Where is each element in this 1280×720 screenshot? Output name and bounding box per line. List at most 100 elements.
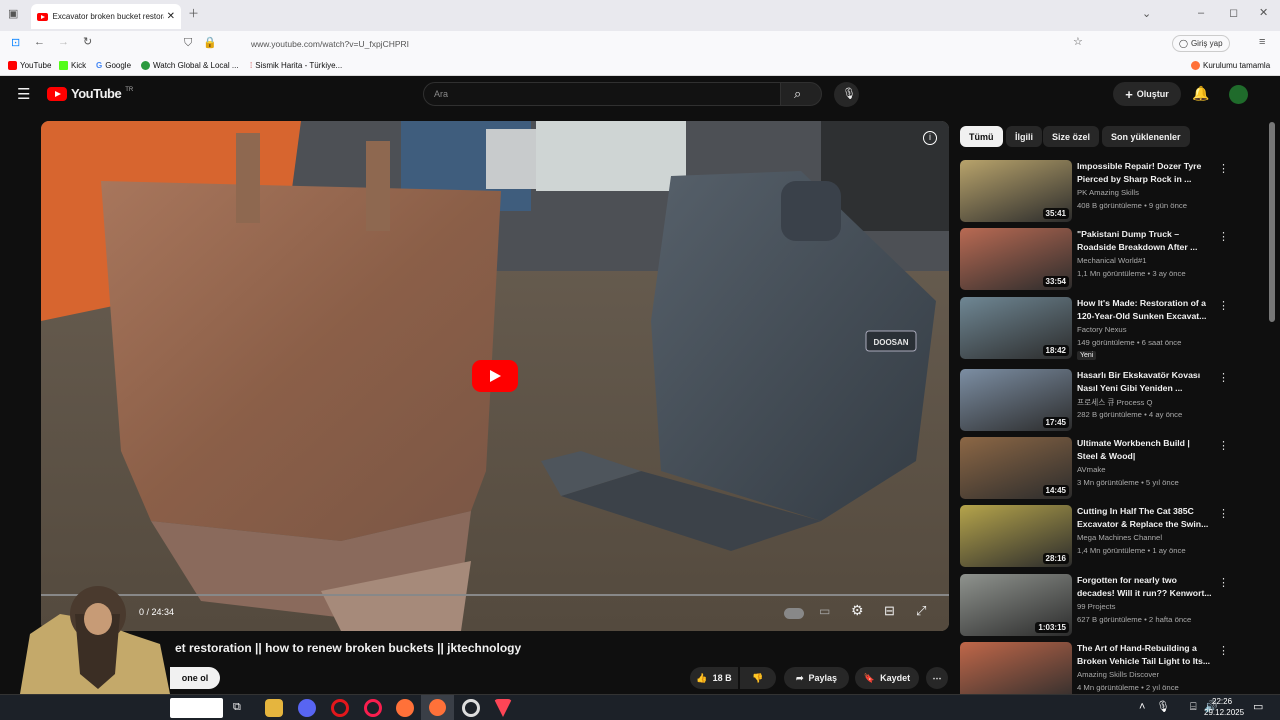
bookmark-google[interactable]: G Google [96,61,131,70]
more-actions-button[interactable]: ⋯ [926,667,948,689]
youtube-logo[interactable]: YouTube TR [47,86,133,101]
page-scrollbar[interactable] [1269,122,1275,322]
discord-icon[interactable] [298,699,316,717]
firefox-icon[interactable] [396,699,414,717]
opera-icon[interactable] [331,699,349,717]
more-vert-icon[interactable]: ⋮ [1218,439,1229,452]
reload-icon[interactable]: ↻ [83,37,92,48]
recommendation-item[interactable]: 18:42 How It's Made: Restoration of a 12… [960,297,1230,360]
menu-icon[interactable]: ≡ [1259,37,1265,48]
file-explorer-icon[interactable] [265,699,283,717]
subtitles-icon[interactable]: ▭ [819,604,830,618]
notification-center-icon[interactable]: ▭ [1253,702,1263,713]
search-box[interactable] [170,698,223,718]
recommendation-item[interactable]: 1:03:15 Forgotten for nearly two decades… [960,574,1230,636]
recommendation-item[interactable]: 33:54 "Pakistani Dump Truck – Roadside B… [960,228,1230,290]
new-tab-icon[interactable]: ＋ [188,9,199,20]
more-vert-icon[interactable]: ⋮ [1218,576,1229,589]
chip-all[interactable]: Tümü [960,126,1003,147]
recommendation-title[interactable]: How It's Made: Restoration of a 120-Year… [1077,297,1212,323]
settings-icon[interactable]: ⚙ [851,602,864,619]
voice-search-button[interactable]: 🎙 [834,82,859,107]
bookmark-youtube[interactable]: YouTube [8,61,51,70]
video-player[interactable]: DOOSAN i 0 / 24:34 ▭ ⚙ ⊟ ⤢ [41,121,949,631]
minimize-icon[interactable]: – [1198,8,1204,19]
recommendation-title[interactable]: "Pakistani Dump Truck – Roadside Breakdo… [1077,228,1212,254]
recommendation-item[interactable]: 35:41 Impossible Repair! Dozer Tyre Pier… [960,160,1230,222]
channel-name[interactable]: 프로세스 큐 Process Q [1077,397,1153,408]
bookmark-setup[interactable]: Kurulumu tamamla [1191,61,1270,70]
recommendation-title[interactable]: Forgotten for nearly two decades! Will i… [1077,574,1212,600]
save-button[interactable]: 🔖 Kaydet [855,667,919,689]
close-icon[interactable]: ✕ [167,11,175,22]
search-button[interactable]: ⌕ [780,82,822,106]
bookmark-sidebar-icon[interactable]: ⊡ [11,38,20,49]
chip-recent[interactable]: Son yüklenenler [1102,126,1190,147]
mic-tray-icon[interactable]: 🎙 [1156,702,1170,713]
tab-active[interactable]: Excavator broken bucket restora ✕ [31,4,181,29]
window-close-icon[interactable]: ✕ [1259,8,1268,19]
share-button[interactable]: ➦ Paylaş [784,667,849,689]
login-button[interactable]: ◯ Giriş yap [1172,35,1230,52]
video-thumbnail[interactable]: 1:03:15 [960,574,1072,636]
recommendation-item[interactable]: 28:16 Cutting In Half The Cat 385C Excav… [960,505,1230,567]
maximize-icon[interactable]: ◻ [1229,8,1238,19]
clock-time[interactable]: 22:26 [1212,697,1232,706]
autoplay-toggle[interactable] [784,608,804,619]
channel-name[interactable]: Amazing Skills Discover [1077,670,1159,679]
task-view-icon[interactable]: ⧉ [233,702,241,713]
recommendation-item[interactable]: 14:45 Ultimate Workbench Build | Steel &… [960,437,1230,499]
search-input[interactable]: Ara [423,82,781,106]
recommendation-title[interactable]: Ultimate Workbench Build | Steel & Wood| [1077,437,1212,463]
channel-name[interactable]: Factory Nexus [1077,325,1127,334]
network-icon[interactable]: ⌸ [1190,702,1197,713]
valorant-icon[interactable] [494,699,512,717]
opera-gx-icon[interactable] [364,699,382,717]
video-thumbnail[interactable]: 17:45 [960,369,1072,431]
recommendation-title[interactable]: Hasarlı Bir Ekskavatör Kovası Nasıl Yeni… [1077,369,1212,395]
video-thumbnail[interactable]: 14:45 [960,437,1072,499]
avatar[interactable] [1229,85,1248,104]
channel-name[interactable]: Mechanical World#1 [1077,256,1147,265]
more-vert-icon[interactable]: ⋮ [1218,162,1229,175]
star-icon[interactable]: ☆ [1073,37,1083,48]
back-icon[interactable]: ← [34,37,45,48]
clock-date[interactable]: 29.12.2025 [1204,708,1244,717]
url-bar[interactable]: www.youtube.com/watch?v=U_fxpjCHPRI [251,39,409,49]
tab-overview-icon[interactable]: ▣ [8,9,18,20]
more-vert-icon[interactable]: ⋮ [1218,299,1229,312]
chrome-icon[interactable] [462,699,480,717]
chip-for-you[interactable]: Size özel [1043,126,1100,147]
chevron-down-icon[interactable]: ⌄ [1142,9,1151,20]
recommendation-title[interactable]: Cutting In Half The Cat 385C Excavator &… [1077,505,1212,531]
more-vert-icon[interactable]: ⋮ [1218,507,1229,520]
video-thumbnail[interactable]: 33:54 [960,228,1072,290]
channel-name[interactable]: PK Amazing Skills [1077,188,1139,197]
more-vert-icon[interactable]: ⋮ [1218,644,1229,657]
video-thumbnail[interactable]: 18:42 [960,297,1072,359]
fullscreen-icon[interactable]: ⤢ [916,603,926,619]
chip-related[interactable]: İlgili [1006,126,1042,147]
tray-chevron-icon[interactable]: ˄ [1139,702,1145,713]
hamburger-icon[interactable]: ☰ [17,85,30,103]
theater-icon[interactable]: ⊟ [884,603,895,619]
channel-name[interactable]: AVmake [1077,465,1105,474]
play-button[interactable] [472,360,518,392]
firefox-active-icon[interactable] [421,695,454,720]
bookmark-kick[interactable]: Kick [59,61,86,70]
info-icon[interactable]: i [923,131,937,145]
forward-icon[interactable]: → [58,37,69,48]
more-vert-icon[interactable]: ⋮ [1218,371,1229,384]
video-thumbnail[interactable]: 35:41 [960,160,1072,222]
like-button[interactable]: 👍 18 B [690,667,738,689]
notifications-icon[interactable]: 🔔 [1192,85,1209,102]
dislike-button[interactable]: 👎 [740,667,776,689]
channel-name[interactable]: Mega Machines Channel [1077,533,1162,542]
recommendation-item[interactable]: 17:45 Hasarlı Bir Ekskavatör Kovası Nası… [960,369,1230,431]
create-button[interactable]: + Oluştur [1113,82,1181,106]
more-vert-icon[interactable]: ⋮ [1218,230,1229,243]
recommendation-title[interactable]: The Art of Hand-Rebuilding a Broken Vehi… [1077,642,1212,668]
recommendation-title[interactable]: Impossible Repair! Dozer Tyre Pierced by… [1077,160,1212,186]
video-thumbnail[interactable]: 28:16 [960,505,1072,567]
bookmark-watch[interactable]: Watch Global & Local ... [141,61,239,70]
